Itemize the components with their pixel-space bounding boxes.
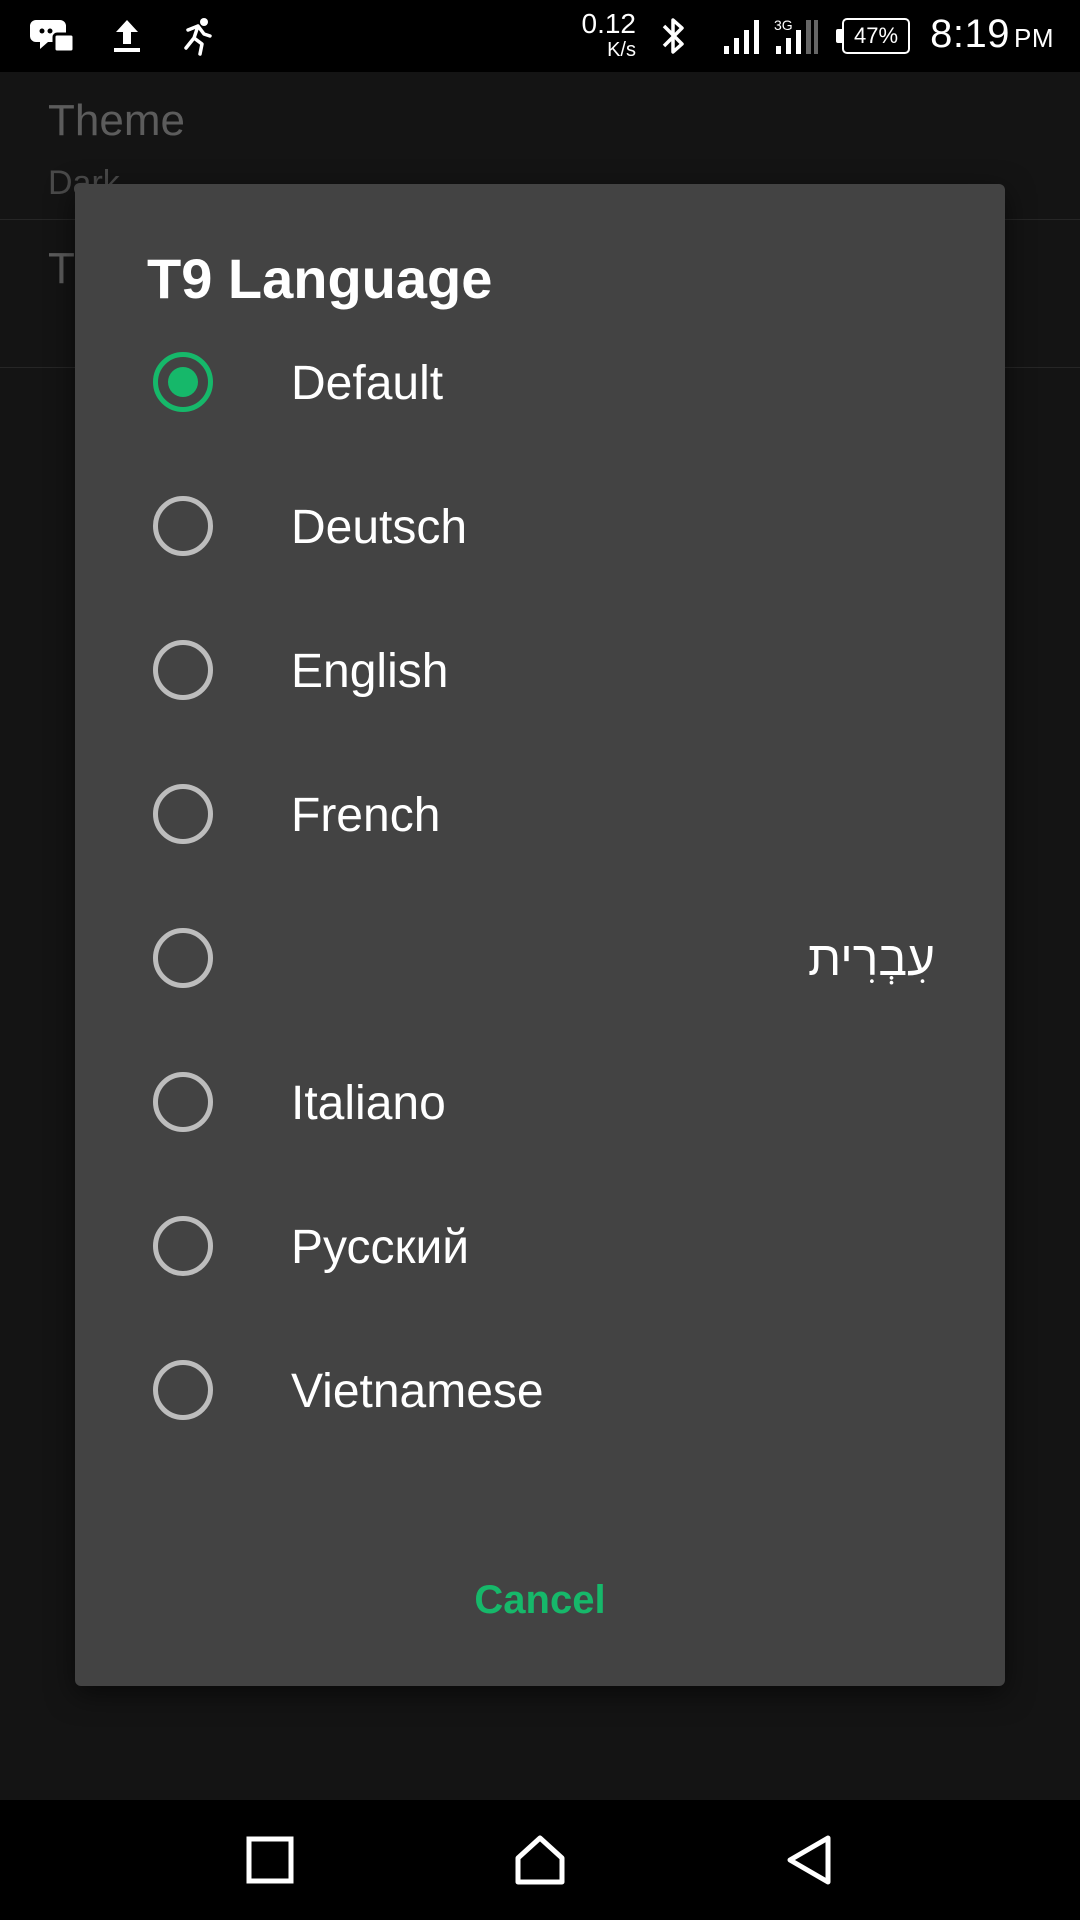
option-vietnamese[interactable]: Vietnamese (75, 1318, 1005, 1462)
radio-button[interactable] (153, 496, 213, 556)
option-hebrew[interactable]: עִבְרִית (75, 886, 1005, 1030)
back-icon[interactable] (780, 1830, 840, 1890)
option-russian[interactable]: Русский (75, 1174, 1005, 1318)
radio-button[interactable] (153, 784, 213, 844)
home-icon[interactable] (510, 1830, 570, 1890)
option-label: Default (291, 357, 444, 410)
option-english[interactable]: English (75, 598, 1005, 742)
screen: 0.12 K/s 3G 47% 8:19 PM Theme Dark T T9 … (0, 0, 1080, 1920)
option-italiano[interactable]: Italiano (75, 1030, 1005, 1174)
option-label: English (291, 645, 449, 698)
navigation-bar (0, 1800, 1080, 1920)
option-label: עִבְרִית (808, 933, 935, 986)
option-french[interactable]: French (75, 742, 1005, 886)
option-label: Русский (291, 1221, 470, 1274)
radio-button-checked[interactable] (153, 352, 213, 412)
option-label: French (291, 789, 441, 842)
option-label: Italiano (291, 1077, 446, 1130)
radio-button[interactable] (153, 928, 213, 988)
option-label: Deutsch (291, 501, 468, 554)
t9-language-dialog: T9 Language Default Deutsch English Fren… (75, 184, 1005, 1686)
option-deutsch[interactable]: Deutsch (75, 454, 1005, 598)
radio-button[interactable] (153, 640, 213, 700)
radio-button[interactable] (153, 1072, 213, 1132)
radio-button[interactable] (153, 1216, 213, 1276)
dialog-title: T9 Language (147, 247, 493, 310)
language-options: Default Deutsch English French עִבְרִית … (75, 310, 1005, 1462)
cancel-button[interactable]: Cancel (75, 1560, 1005, 1640)
recents-icon[interactable] (240, 1830, 300, 1890)
radio-button[interactable] (153, 1360, 213, 1420)
option-label: Vietnamese (291, 1365, 544, 1418)
option-default[interactable]: Default (75, 310, 1005, 454)
